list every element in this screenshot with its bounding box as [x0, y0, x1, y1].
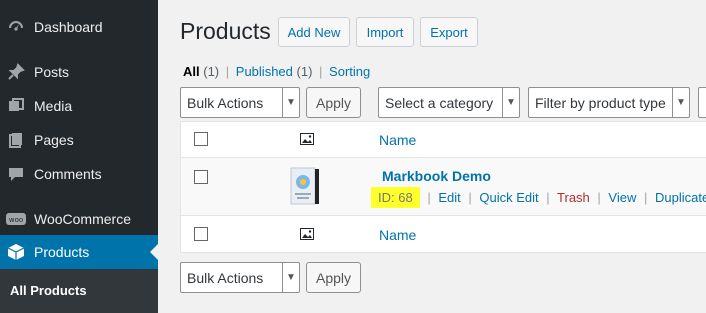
view-sorting-link[interactable]: Sorting — [329, 64, 370, 79]
chevron-down-icon: ▼ — [502, 88, 519, 117]
apply-button-bottom[interactable]: Apply — [306, 262, 361, 293]
sidebar-item-media[interactable]: Media — [0, 89, 158, 123]
submenu-item-all-products[interactable]: All Products — [10, 283, 87, 298]
page-title: Products — [180, 18, 271, 44]
bulk-actions-select-bottom[interactable]: Bulk Actions ▼ — [180, 262, 300, 293]
view-link[interactable]: View — [608, 190, 636, 205]
product-type-filter-value: Filter by product type — [535, 94, 666, 111]
add-new-button[interactable]: Add New — [278, 17, 350, 47]
trash-link[interactable]: Trash — [557, 190, 590, 205]
sidebar-item-label: Dashboard — [34, 19, 103, 35]
sidebar-item-label: Pages — [34, 132, 74, 148]
products-submenu: All Products — [0, 269, 158, 313]
sidebar-item-products[interactable]: Products — [0, 235, 158, 269]
view-all-count: (1) — [203, 64, 220, 79]
dashboard-icon — [6, 17, 26, 37]
product-thumbnail[interactable] — [289, 166, 321, 206]
product-name-link[interactable]: Markbook Demo — [382, 168, 491, 184]
name-column-footer[interactable]: Name — [379, 227, 416, 243]
chevron-down-icon: ▼ — [672, 88, 689, 117]
view-all-link[interactable]: All — [183, 64, 200, 79]
sidebar-item-label: Media — [34, 98, 73, 114]
chevron-down-icon: ▼ — [282, 88, 299, 117]
woo-icon: woo — [6, 209, 26, 229]
view-separator: | — [319, 64, 323, 79]
bulk-actions-select-top[interactable]: Bulk Actions ▼ — [180, 87, 300, 118]
select-all-checkbox[interactable] — [194, 132, 208, 146]
product-type-filter-select[interactable]: Filter by product type ▼ — [528, 87, 690, 118]
stock-filter-select[interactable] — [698, 87, 706, 118]
edit-link[interactable]: Edit — [438, 190, 460, 205]
main-content: Products Add New Import Export All (1) |… — [158, 0, 706, 313]
sidebar-item-pages[interactable]: Pages — [0, 123, 158, 157]
image-icon — [300, 228, 314, 240]
status-filter-links: All (1) | Published (1) | Sorting — [183, 64, 370, 79]
table-footer-row: Name — [181, 216, 706, 253]
image-icon — [300, 133, 314, 145]
category-filter-value: Select a category — [385, 94, 494, 111]
products-table: Name Markbook Demo ID: 68 | Edit | Quick… — [180, 121, 706, 253]
svg-text:woo: woo — [9, 216, 23, 224]
quick-edit-link[interactable]: Quick Edit — [479, 190, 538, 205]
export-button[interactable]: Export — [420, 17, 478, 47]
pin-icon — [6, 62, 26, 82]
bulk-actions-value: Bulk Actions — [187, 94, 264, 111]
pages-icon — [6, 130, 26, 150]
name-column-header[interactable]: Name — [379, 132, 416, 148]
table-header-row: Name — [181, 122, 706, 158]
table-row: Markbook Demo ID: 68 | Edit | Quick Edit… — [181, 158, 706, 216]
product-id-badge: ID: 68 — [371, 187, 420, 208]
sidebar-item-label: Products — [34, 244, 90, 260]
apply-button-top[interactable]: Apply — [306, 87, 361, 118]
view-published-link[interactable]: Published — [236, 64, 293, 79]
admin-sidebar: Dashboard Posts Media Pages Comments woo… — [0, 0, 158, 313]
box-icon — [6, 242, 26, 262]
row-actions: ID: 68 | Edit | Quick Edit | Trash | Vie… — [371, 187, 706, 208]
sidebar-item-comments[interactable]: Comments — [0, 157, 158, 191]
sidebar-item-label: Comments — [34, 166, 102, 182]
media-icon — [6, 96, 26, 116]
sidebar-item-label: Posts — [34, 64, 70, 80]
sidebar-item-label: WooCommerce — [34, 211, 131, 227]
chevron-down-icon: ▼ — [282, 263, 299, 292]
comment-icon — [6, 164, 26, 184]
duplicate-link[interactable]: Duplicate — [655, 190, 706, 205]
view-separator: | — [225, 64, 230, 79]
sidebar-item-posts[interactable]: Posts — [0, 55, 158, 89]
sidebar-item-woocommerce[interactable]: woo WooCommerce — [0, 202, 158, 236]
view-published-count: (1) — [296, 64, 313, 79]
row-checkbox[interactable] — [194, 170, 208, 184]
category-filter-select[interactable]: Select a category ▼ — [378, 87, 520, 118]
bulk-actions-value: Bulk Actions — [187, 269, 264, 286]
select-all-checkbox-footer[interactable] — [194, 227, 208, 241]
sidebar-item-dashboard[interactable]: Dashboard — [0, 10, 158, 44]
import-button[interactable]: Import — [356, 17, 414, 47]
